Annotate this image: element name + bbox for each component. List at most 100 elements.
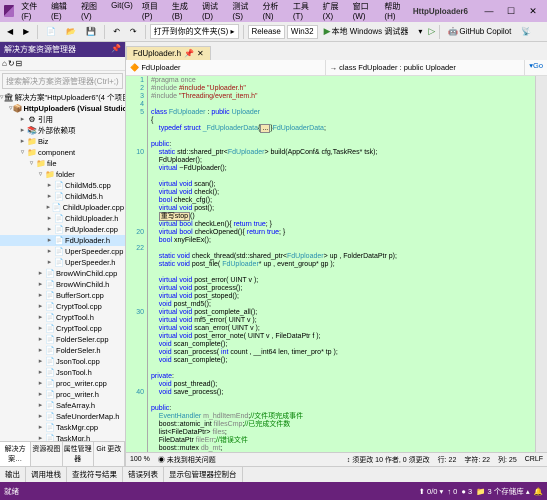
menu-build[interactable]: 生成(B)	[168, 0, 197, 23]
status-changes[interactable]: ⬆ 0/0 ▾	[419, 487, 444, 496]
start-debug-button[interactable]: ▶本地 Windows 调试器	[320, 24, 413, 39]
file-item[interactable]: ▸📄FdUploader.cpp	[0, 224, 125, 235]
file-item[interactable]: ▸📄BufferSort.cpp	[0, 290, 125, 301]
file-item[interactable]: ▸📄ChildMd5.h	[0, 191, 125, 202]
line-gutter: 123451020223040506061	[126, 76, 148, 452]
menu-edit[interactable]: 编辑(E)	[47, 0, 76, 23]
tab-pin-icon[interactable]: 📌	[184, 49, 194, 58]
tab-resource[interactable]: 资源视图	[31, 442, 62, 466]
class-combo[interactable]: 🔶FdUploader	[126, 60, 326, 75]
file-folder[interactable]: ▿📁file	[0, 158, 125, 169]
vertical-scrollbar[interactable]	[535, 76, 547, 452]
editor-tabs: FdUploader.h 📌 ✕	[126, 42, 547, 60]
file-item[interactable]: ▸📄TaskMgr.h	[0, 433, 125, 441]
tab-findsymbol[interactable]: 查找符号结果	[67, 467, 123, 482]
tab-close-icon[interactable]: ✕	[197, 49, 204, 58]
file-item[interactable]: ▸📄SafeArray.h	[0, 400, 125, 411]
code-editor: FdUploader.h 📌 ✕ 🔶FdUploader → class FdU…	[126, 42, 547, 466]
menu-window[interactable]: 窗口(W)	[349, 0, 380, 23]
file-item[interactable]: ▸📄ChildUploader.h	[0, 213, 125, 224]
file-item[interactable]: ▸📄ChildMd5.cpp	[0, 180, 125, 191]
maximize-button[interactable]: ☐	[501, 4, 521, 18]
code-surface[interactable]: 123451020223040506061 #pragma once #incl…	[126, 76, 547, 452]
nav-fwd-button[interactable]: ▶	[19, 25, 33, 38]
file-item[interactable]: ▸📄TaskMgr.cpp	[0, 422, 125, 433]
file-item[interactable]: ▸📄proc_writer.cpp	[0, 378, 125, 389]
redo-button[interactable]: ↷	[126, 25, 141, 38]
zoom-level[interactable]: 100 %	[130, 456, 150, 463]
search-input[interactable]: 搜索解决方案资源管理器(Ctrl+;)	[2, 73, 123, 89]
file-item[interactable]: ▸📄proc_writer.h	[0, 389, 125, 400]
file-item[interactable]: ▸📄CryptTool.cpp	[0, 301, 125, 312]
issues-indicator[interactable]: ◉ 未找到相关问题	[158, 455, 216, 465]
live-share-button[interactable]: 📡	[517, 25, 535, 38]
status-push[interactable]: ↑ 0	[447, 487, 457, 496]
collapse-icon[interactable]: ⊟	[16, 59, 23, 68]
close-button[interactable]: ✕	[523, 4, 543, 18]
member-combo[interactable]: → class FdUploader : public Uploader	[326, 60, 526, 75]
menu-debug[interactable]: 调试(D)	[198, 0, 227, 23]
solution-node[interactable]: ▿🏛解决方案"HttpUploader6"(4 个项目, 共	[0, 92, 125, 103]
file-item[interactable]: ▸📄BrowWinChild.cpp	[0, 268, 125, 279]
new-button[interactable]: 📄	[42, 25, 60, 38]
tab-props[interactable]: 属性管理器	[63, 442, 94, 466]
menu-project[interactable]: 项目(P)	[138, 0, 167, 23]
menu-git[interactable]: Git(G)	[107, 0, 137, 23]
file-item[interactable]: ▸📄UperSpeeder.h	[0, 257, 125, 268]
file-item[interactable]: ▸📄JsonTool.cpp	[0, 356, 125, 367]
menu-test[interactable]: 测试(S)	[228, 0, 257, 23]
folder-folder[interactable]: ▿📁folder	[0, 169, 125, 180]
file-item[interactable]: ▸📄FolderSeler.cpp	[0, 334, 125, 345]
menu-view[interactable]: 视图(V)	[77, 0, 106, 23]
tab-git[interactable]: Git 更改	[94, 442, 125, 466]
platform-combo[interactable]: Win32	[287, 25, 318, 39]
tab-callstack[interactable]: 调用堆栈	[26, 467, 67, 482]
file-item-selected[interactable]: ▸📄FdUploader.h	[0, 235, 125, 246]
play-noDebug-icon[interactable]: ▷	[428, 26, 435, 37]
config-combo[interactable]: Release	[248, 25, 285, 39]
refresh-icon[interactable]: ↻	[8, 59, 15, 68]
ext-deps-node[interactable]: ▸📚外部依赖项	[0, 125, 125, 136]
output-panel-tabs: 输出 调用堆栈 查找符号结果 错误列表 显示包管理器控制台	[0, 466, 547, 482]
file-item[interactable]: ▸📄CryptTool.cpp	[0, 323, 125, 334]
component-folder[interactable]: ▿📁component	[0, 147, 125, 158]
debug-dropdown[interactable]: ▾	[414, 25, 426, 38]
menu-tools[interactable]: 工具(T)	[289, 0, 318, 23]
file-item[interactable]: ▸📄FolderSeler.h	[0, 345, 125, 356]
notification-icon[interactable]: 🔔	[534, 487, 543, 496]
go-button[interactable]: ▾Go	[525, 60, 547, 75]
home-icon[interactable]: ⌂	[2, 59, 7, 68]
menu-ext[interactable]: 扩展(X)	[319, 0, 348, 23]
file-item[interactable]: ▸📄SafeUnorderMap.h	[0, 411, 125, 422]
undo-button[interactable]: ↶	[109, 25, 124, 38]
refs-node[interactable]: ▸⚙引用	[0, 114, 125, 125]
status-pending[interactable]: ● 3	[461, 487, 472, 496]
code-content[interactable]: #pragma once #include #include "Uploader…	[148, 76, 535, 452]
minimize-button[interactable]: —	[479, 4, 499, 18]
status-repos[interactable]: 📁 3 个存储库 ▴	[476, 486, 530, 497]
menu-analyze[interactable]: 分析(N)	[258, 0, 287, 23]
open-folder-button[interactable]: 打开到你的文件夹(S) ▸	[150, 24, 239, 39]
save-button[interactable]: 💾	[82, 25, 100, 38]
tab-errorlist[interactable]: 错误列表	[123, 467, 164, 482]
editor-tab[interactable]: FdUploader.h 📌 ✕	[126, 46, 211, 60]
file-item[interactable]: ▸📄CryptTool.h	[0, 312, 125, 323]
tab-solution[interactable]: 解决方案…	[0, 442, 31, 466]
encoding-indicator[interactable]: CRLF	[525, 456, 543, 463]
file-item[interactable]: ▸📄BrowWinChild.h	[0, 279, 125, 290]
file-item[interactable]: ▸📄JsonTool.h	[0, 367, 125, 378]
pin-icon[interactable]: 📌	[111, 44, 121, 55]
file-item[interactable]: ▸📄ChildUploader.cpp	[0, 202, 125, 213]
menu-help[interactable]: 帮助(H)	[380, 0, 409, 23]
menu-file[interactable]: 文件(F)	[17, 0, 46, 23]
tab-output[interactable]: 输出	[0, 467, 26, 482]
nav-back-button[interactable]: ◀	[3, 25, 17, 38]
open-button[interactable]: 📂	[62, 25, 80, 38]
nav-bar: 🔶FdUploader → class FdUploader : public …	[126, 60, 547, 76]
project-node[interactable]: ▿📦HttpUploader6 (Visual Studio 2013)	[0, 103, 125, 114]
title-bar: 文件(F) 编辑(E) 视图(V) Git(G) 项目(P) 生成(B) 调试(…	[0, 0, 547, 22]
biz-folder[interactable]: ▸📁Biz	[0, 136, 125, 147]
tab-pkgmgr[interactable]: 显示包管理器控制台	[164, 467, 243, 482]
file-item[interactable]: ▸📄UperSpeeder.cpp	[0, 246, 125, 257]
copilot-button[interactable]: 🤖 GitHub Copilot	[444, 25, 515, 38]
